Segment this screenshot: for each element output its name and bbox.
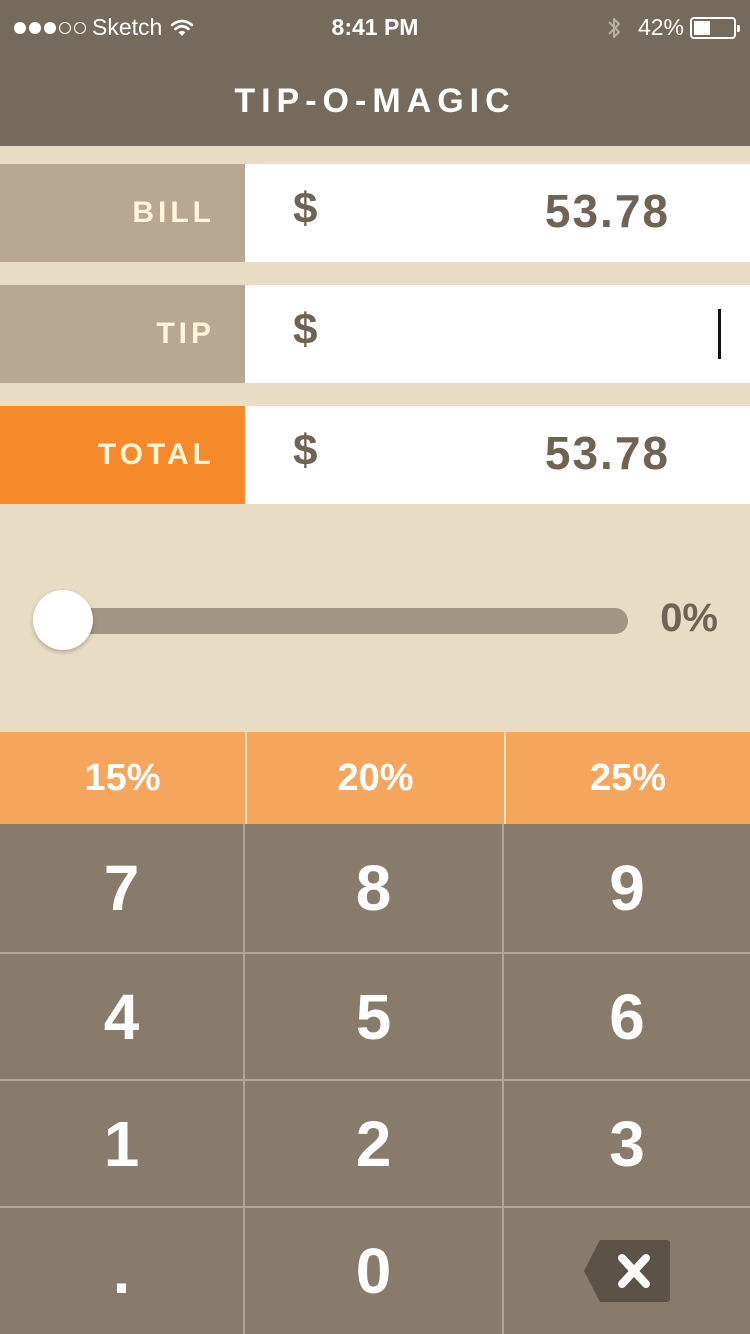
bluetooth-icon [608,17,620,38]
total-row: TOTAL $ 53.78 [0,406,750,504]
battery-percentage: 42% [637,14,684,40]
key-3[interactable]: 3 [504,1079,750,1206]
bill-amount: 53.78 [544,185,670,237]
key-1[interactable]: 1 [0,1079,245,1206]
key-2[interactable]: 2 [245,1079,504,1206]
bill-currency: $ [293,184,318,233]
key-decimal[interactable]: . [0,1206,245,1334]
bill-row: BILL $ 53.78 [0,164,750,262]
total-label: TOTAL [0,406,245,504]
preset-15-button[interactable]: 15% [0,732,245,824]
tip-presets: 15% 20% 25% [0,732,750,824]
app-title: TIP-O-MAGIC [234,82,516,120]
key-6[interactable]: 6 [504,952,750,1079]
total-field: $ 53.78 [245,406,750,504]
total-currency: $ [293,426,318,475]
tip-slider-track[interactable] [62,608,628,634]
key-4[interactable]: 4 [0,952,245,1079]
key-8[interactable]: 8 [245,824,504,952]
tip-label: TIP [0,285,245,383]
numeric-keypad: 7 8 9 4 5 6 1 2 3 . 0 [0,824,750,1334]
tip-slider-thumb[interactable] [33,590,93,650]
bill-field[interactable]: $ 53.78 [245,164,750,262]
preset-20-button[interactable]: 20% [245,732,504,824]
tip-percentage-label: 0% [660,596,718,640]
status-right: 42% [606,14,740,41]
status-bar: Sketch 8:41 PM 42% [0,0,750,56]
bill-label: BILL [0,164,245,262]
tip-currency: $ [293,305,318,354]
backspace-icon [584,1240,670,1302]
battery-fill [694,20,710,35]
key-7[interactable]: 7 [0,824,245,952]
app-header: Sketch 8:41 PM 42% TIP-O-MAGIC [0,0,750,146]
tip-field[interactable]: $ [245,285,750,383]
total-amount: 53.78 [544,427,670,479]
tip-row: TIP $ [0,285,750,383]
backspace-button[interactable] [504,1206,750,1334]
preset-25-button[interactable]: 25% [504,732,750,824]
battery-cap [737,24,740,32]
text-cursor [718,309,721,359]
key-5[interactable]: 5 [245,952,504,1079]
key-0[interactable]: 0 [245,1206,504,1334]
battery-icon [690,16,740,39]
key-9[interactable]: 9 [504,824,750,952]
